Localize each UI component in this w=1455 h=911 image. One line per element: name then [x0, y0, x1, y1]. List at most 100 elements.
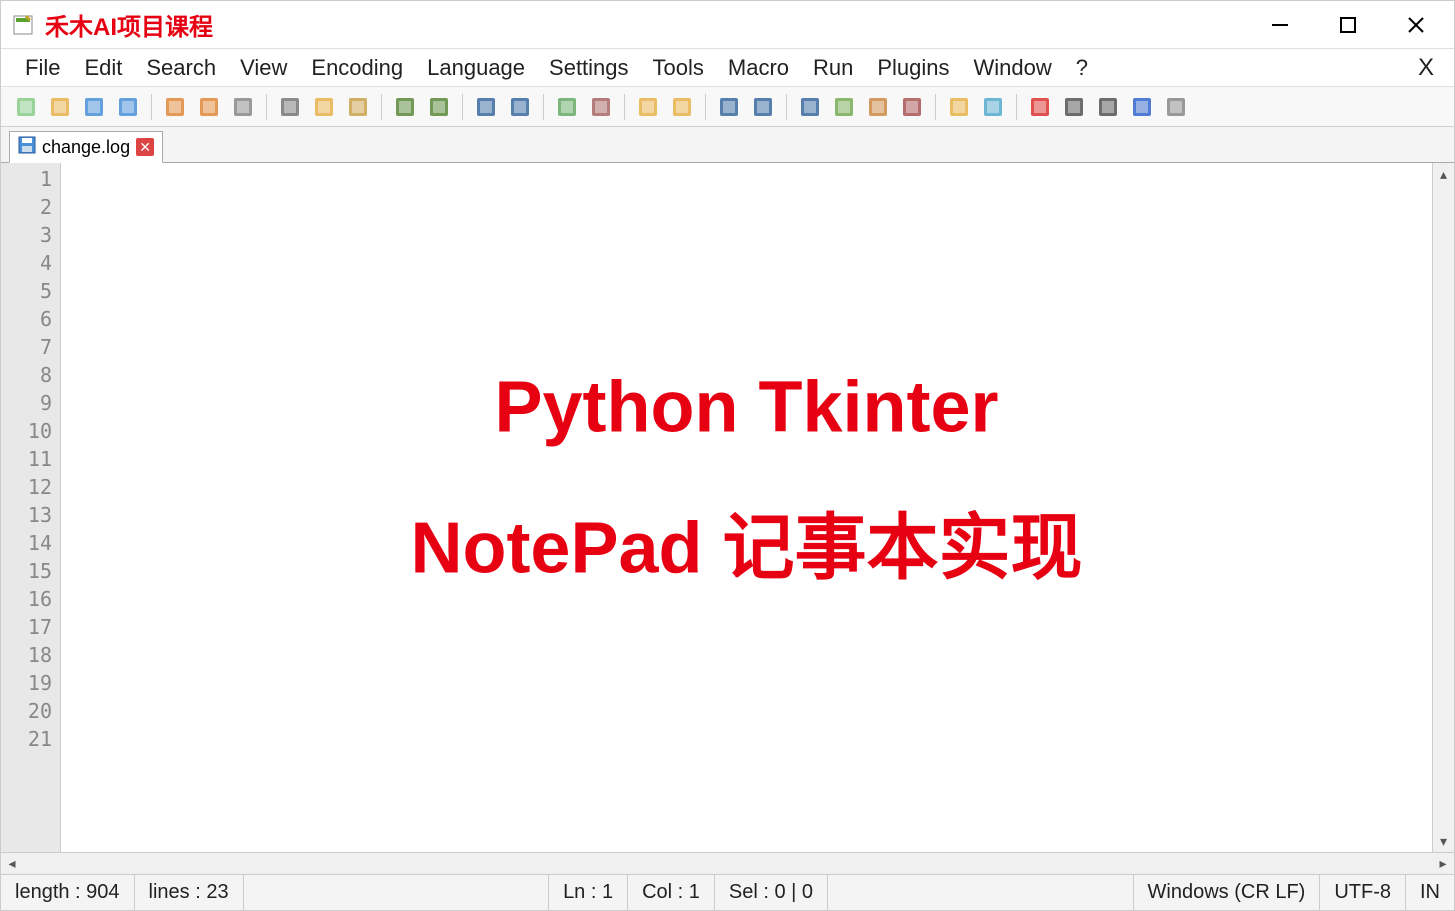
line-number: 4 [1, 249, 52, 277]
toolbar-separator [543, 94, 544, 120]
menu-encoding[interactable]: Encoding [299, 51, 415, 85]
menu-language[interactable]: Language [415, 51, 537, 85]
menu-search[interactable]: Search [134, 51, 228, 85]
line-number: 9 [1, 389, 52, 417]
save-status-icon [18, 136, 36, 159]
open-file-icon[interactable] [45, 92, 75, 122]
indent-guide-icon[interactable] [795, 92, 825, 122]
editor[interactable]: Python Tkinter NotePad 记事本实现 [61, 163, 1432, 852]
status-mode: IN [1406, 875, 1454, 910]
replace-icon[interactable] [505, 92, 535, 122]
status-spacer2 [828, 875, 1133, 910]
line-number: 6 [1, 305, 52, 333]
save-icon[interactable] [79, 92, 109, 122]
line-number: 17 [1, 613, 52, 641]
line-number: 15 [1, 557, 52, 585]
menu-settings[interactable]: Settings [537, 51, 641, 85]
close-button[interactable] [1386, 5, 1446, 45]
function-list-icon[interactable] [897, 92, 927, 122]
scroll-left-icon[interactable]: ◂ [1, 853, 23, 874]
line-number: 11 [1, 445, 52, 473]
menu-file[interactable]: File [13, 51, 72, 85]
find-icon[interactable] [471, 92, 501, 122]
monitor-icon[interactable] [978, 92, 1008, 122]
zoom-in-icon[interactable] [552, 92, 582, 122]
menu-view[interactable]: View [228, 51, 299, 85]
fast-forward-icon[interactable] [1127, 92, 1157, 122]
window-title: 禾木AI项目课程 [45, 7, 1250, 42]
show-all-chars-icon[interactable] [748, 92, 778, 122]
tab-change-log[interactable]: change.log ✕ [9, 131, 163, 163]
app-icon [9, 11, 37, 39]
maximize-button[interactable] [1318, 5, 1378, 45]
stop-macro-icon[interactable] [1059, 92, 1089, 122]
cut-icon[interactable] [275, 92, 305, 122]
toolbar-separator [266, 94, 267, 120]
status-ln: Ln : 1 [549, 875, 628, 910]
close-all-icon[interactable] [194, 92, 224, 122]
play-macro-icon[interactable] [1093, 92, 1123, 122]
minimize-button[interactable] [1250, 5, 1310, 45]
undo-icon[interactable] [390, 92, 420, 122]
menu-help[interactable]: ? [1064, 51, 1100, 85]
menu-tools[interactable]: Tools [641, 51, 716, 85]
menu-macro[interactable]: Macro [716, 51, 801, 85]
zoom-out-icon[interactable] [586, 92, 616, 122]
word-wrap-icon[interactable] [714, 92, 744, 122]
line-number: 21 [1, 725, 52, 753]
doc-map-icon[interactable] [863, 92, 893, 122]
new-file-icon[interactable] [11, 92, 41, 122]
menu-run[interactable]: Run [801, 51, 865, 85]
redo-icon[interactable] [424, 92, 454, 122]
line-number: 12 [1, 473, 52, 501]
overlay-text: Python Tkinter NotePad 记事本实现 [410, 366, 1082, 593]
print-icon[interactable] [228, 92, 258, 122]
toolbar-separator [462, 94, 463, 120]
close-file-icon[interactable] [160, 92, 190, 122]
line-number: 10 [1, 417, 52, 445]
scroll-track[interactable] [1433, 185, 1454, 830]
toolbar-separator [1016, 94, 1017, 120]
status-encoding: UTF-8 [1320, 875, 1406, 910]
scroll-down-icon[interactable]: ▾ [1433, 830, 1454, 852]
sync-h-icon[interactable] [667, 92, 697, 122]
scroll-track-h[interactable] [23, 853, 1432, 874]
toolbar-separator [935, 94, 936, 120]
status-lines: lines : 23 [135, 875, 244, 910]
toolbar-separator [151, 94, 152, 120]
scroll-right-icon[interactable]: ▸ [1432, 853, 1454, 874]
fold-all-icon[interactable] [829, 92, 859, 122]
tab-close-icon[interactable]: ✕ [136, 138, 154, 156]
save-macro-icon[interactable] [1161, 92, 1191, 122]
horizontal-scrollbar[interactable]: ◂ ▸ [1, 852, 1454, 874]
scroll-up-icon[interactable]: ▴ [1433, 163, 1454, 185]
line-number: 18 [1, 641, 52, 669]
line-number: 19 [1, 669, 52, 697]
line-number: 1 [1, 165, 52, 193]
sync-v-icon[interactable] [633, 92, 663, 122]
line-number: 16 [1, 585, 52, 613]
line-number: 13 [1, 501, 52, 529]
line-number-gutter: 123456789101112131415161718192021 [1, 163, 61, 852]
menu-edit[interactable]: Edit [72, 51, 134, 85]
line-number: 14 [1, 529, 52, 557]
folder-workspace-icon[interactable] [944, 92, 974, 122]
line-number: 8 [1, 361, 52, 389]
line-number: 3 [1, 221, 52, 249]
paste-icon[interactable] [343, 92, 373, 122]
record-macro-icon[interactable] [1025, 92, 1055, 122]
save-all-icon[interactable] [113, 92, 143, 122]
vertical-scrollbar[interactable]: ▴ ▾ [1432, 163, 1454, 852]
toolbar-separator [705, 94, 706, 120]
menubar-close-button[interactable]: X [1410, 54, 1442, 82]
line-number: 20 [1, 697, 52, 725]
copy-icon[interactable] [309, 92, 339, 122]
line-number: 7 [1, 333, 52, 361]
statusbar: length : 904 lines : 23 Ln : 1 Col : 1 S… [1, 874, 1454, 910]
menu-plugins[interactable]: Plugins [865, 51, 961, 85]
window-controls [1250, 5, 1446, 45]
overlay-line1: Python Tkinter [410, 366, 1082, 448]
status-length: length : 904 [1, 875, 135, 910]
tab-label: change.log [42, 137, 130, 158]
menu-window[interactable]: Window [962, 51, 1064, 85]
